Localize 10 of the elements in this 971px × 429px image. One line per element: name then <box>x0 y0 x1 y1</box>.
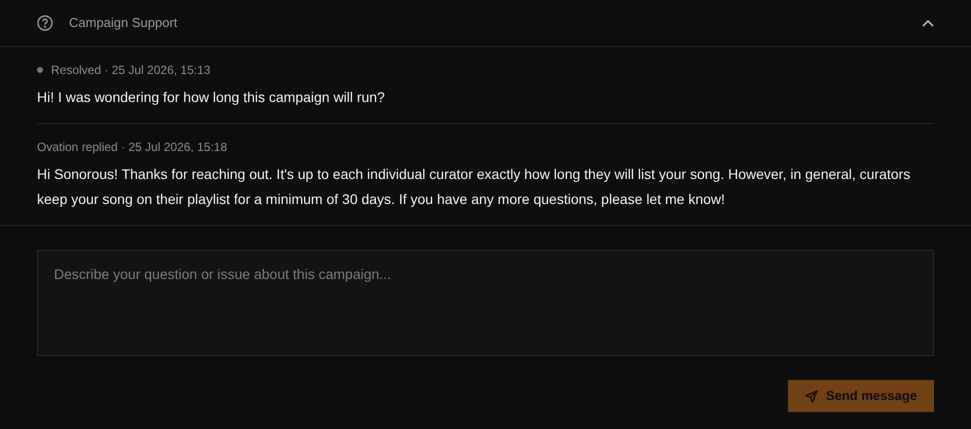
status-dot <box>37 67 43 73</box>
message-field[interactable]: Describe your question or issue about this campaign... <box>37 250 934 356</box>
chevron-up-icon[interactable] <box>922 19 934 27</box>
section-title: Campaign Support <box>69 14 178 32</box>
message-text: Hi Sonorous! Thanks for reaching out. It's up to each individual curator exactly how long they will list your song. However, in general, curators keep your song on their playlist for a minimum of 30 days. If you have any more questions, please let me know! <box>37 165 912 209</box>
message-text: Hi! I was wondering for how long this campaign will run? <box>37 88 386 107</box>
message-meta: Resolved · 25 Jul 2026, 15:13 <box>51 62 210 79</box>
message-meta: Ovation replied · 25 Jul 2026, 15:18 <box>37 139 228 156</box>
send-icon <box>804 390 818 402</box>
help-icon <box>37 15 53 31</box>
